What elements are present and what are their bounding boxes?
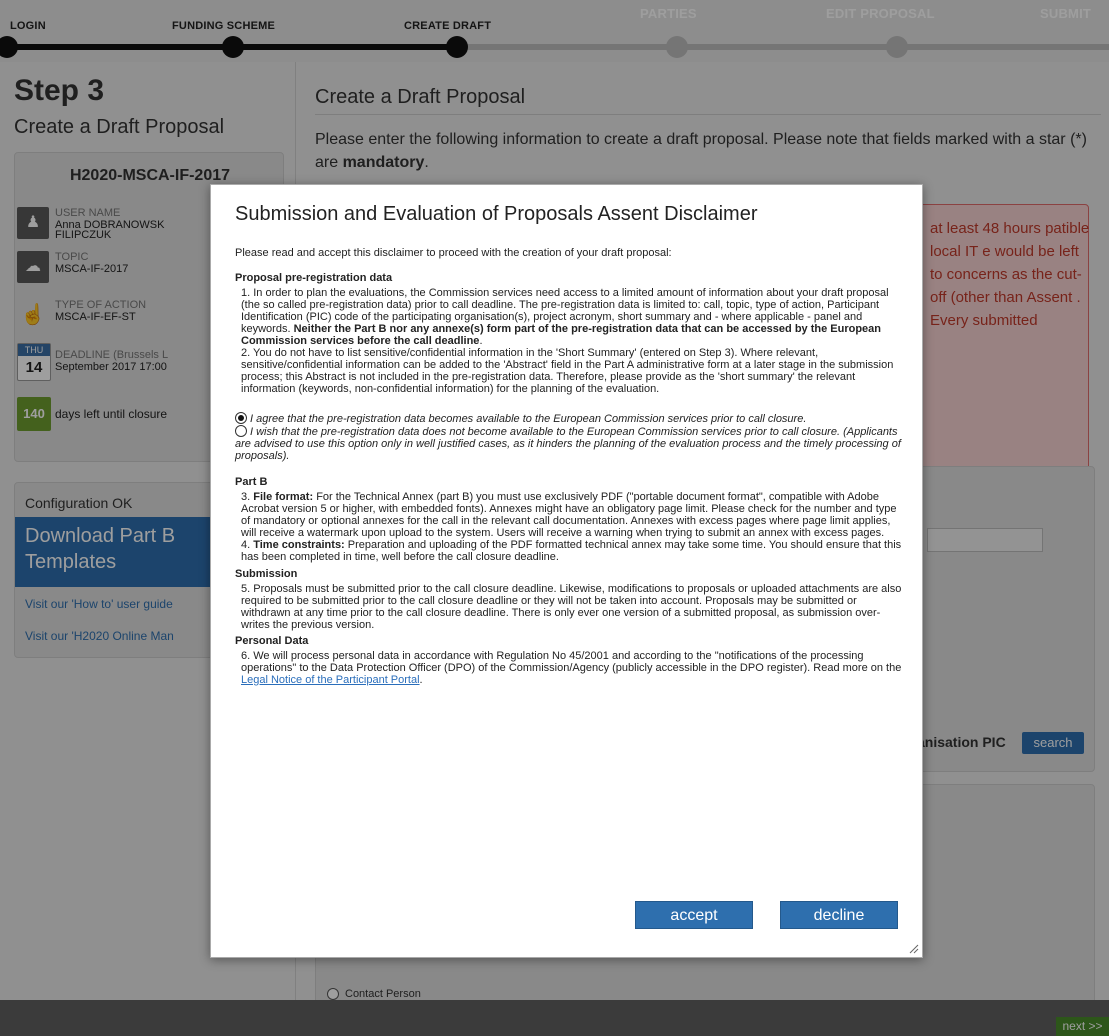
radio-agree-label: I agree that the pre-registration data b… bbox=[250, 413, 807, 425]
clause-6: 6. We will process personal data in acco… bbox=[235, 650, 903, 686]
dialog-title: Submission and Evaluation of Proposals A… bbox=[235, 203, 758, 225]
decline-button[interactable]: decline bbox=[780, 901, 898, 929]
accept-button[interactable]: accept bbox=[635, 901, 753, 929]
resize-handle-icon[interactable] bbox=[907, 942, 919, 954]
legal-notice-link[interactable]: Legal Notice of the Participant Portal bbox=[241, 674, 420, 686]
clause-1: 1. In order to plan the evaluations, the… bbox=[235, 287, 903, 347]
disclaimer-dialog: Submission and Evaluation of Proposals A… bbox=[210, 184, 923, 958]
clause-3-number: 3. bbox=[241, 491, 254, 503]
dialog-body: Please read and accept this disclaimer t… bbox=[235, 247, 903, 686]
clause-4-number: 4. bbox=[241, 539, 254, 551]
radio-selected-icon[interactable] bbox=[235, 412, 247, 424]
clause-4: 4. Time constraints: Preparation and upl… bbox=[235, 539, 903, 563]
radio-disagree[interactable]: I wish that the pre-registration data do… bbox=[235, 425, 903, 462]
clause-3-text: For the Technical Annex (part B) you mus… bbox=[241, 491, 897, 539]
clause-4-bold: Time constraints: bbox=[253, 539, 345, 551]
radio-disagree-label: I wish that the pre-registration data do… bbox=[235, 426, 901, 462]
heading-personal-data: Personal Data bbox=[235, 635, 309, 647]
clause-3: 3. File format: For the Technical Annex … bbox=[235, 491, 903, 539]
radio-agree[interactable]: I agree that the pre-registration data b… bbox=[235, 412, 903, 425]
clause-5: 5. Proposals must be submitted prior to … bbox=[241, 583, 902, 631]
clause-1-end: . bbox=[479, 335, 483, 347]
heading-submission: Submission bbox=[235, 568, 298, 580]
dialog-intro: Please read and accept this disclaimer t… bbox=[235, 247, 672, 259]
clause-6-text: 6. We will process personal data in acco… bbox=[241, 650, 902, 674]
clause-1-bold: Neither the Part B nor any annexe(s) for… bbox=[241, 323, 881, 347]
heading-partb: Part B bbox=[235, 476, 268, 488]
clause-2: 2. You do not have to list sensitive/con… bbox=[241, 347, 894, 395]
clause-6-end: . bbox=[419, 674, 423, 686]
clause-3-bold: File format: bbox=[253, 491, 314, 503]
heading-preregistration: Proposal pre-registration data bbox=[235, 272, 393, 284]
radio-unselected-icon[interactable] bbox=[235, 425, 247, 437]
